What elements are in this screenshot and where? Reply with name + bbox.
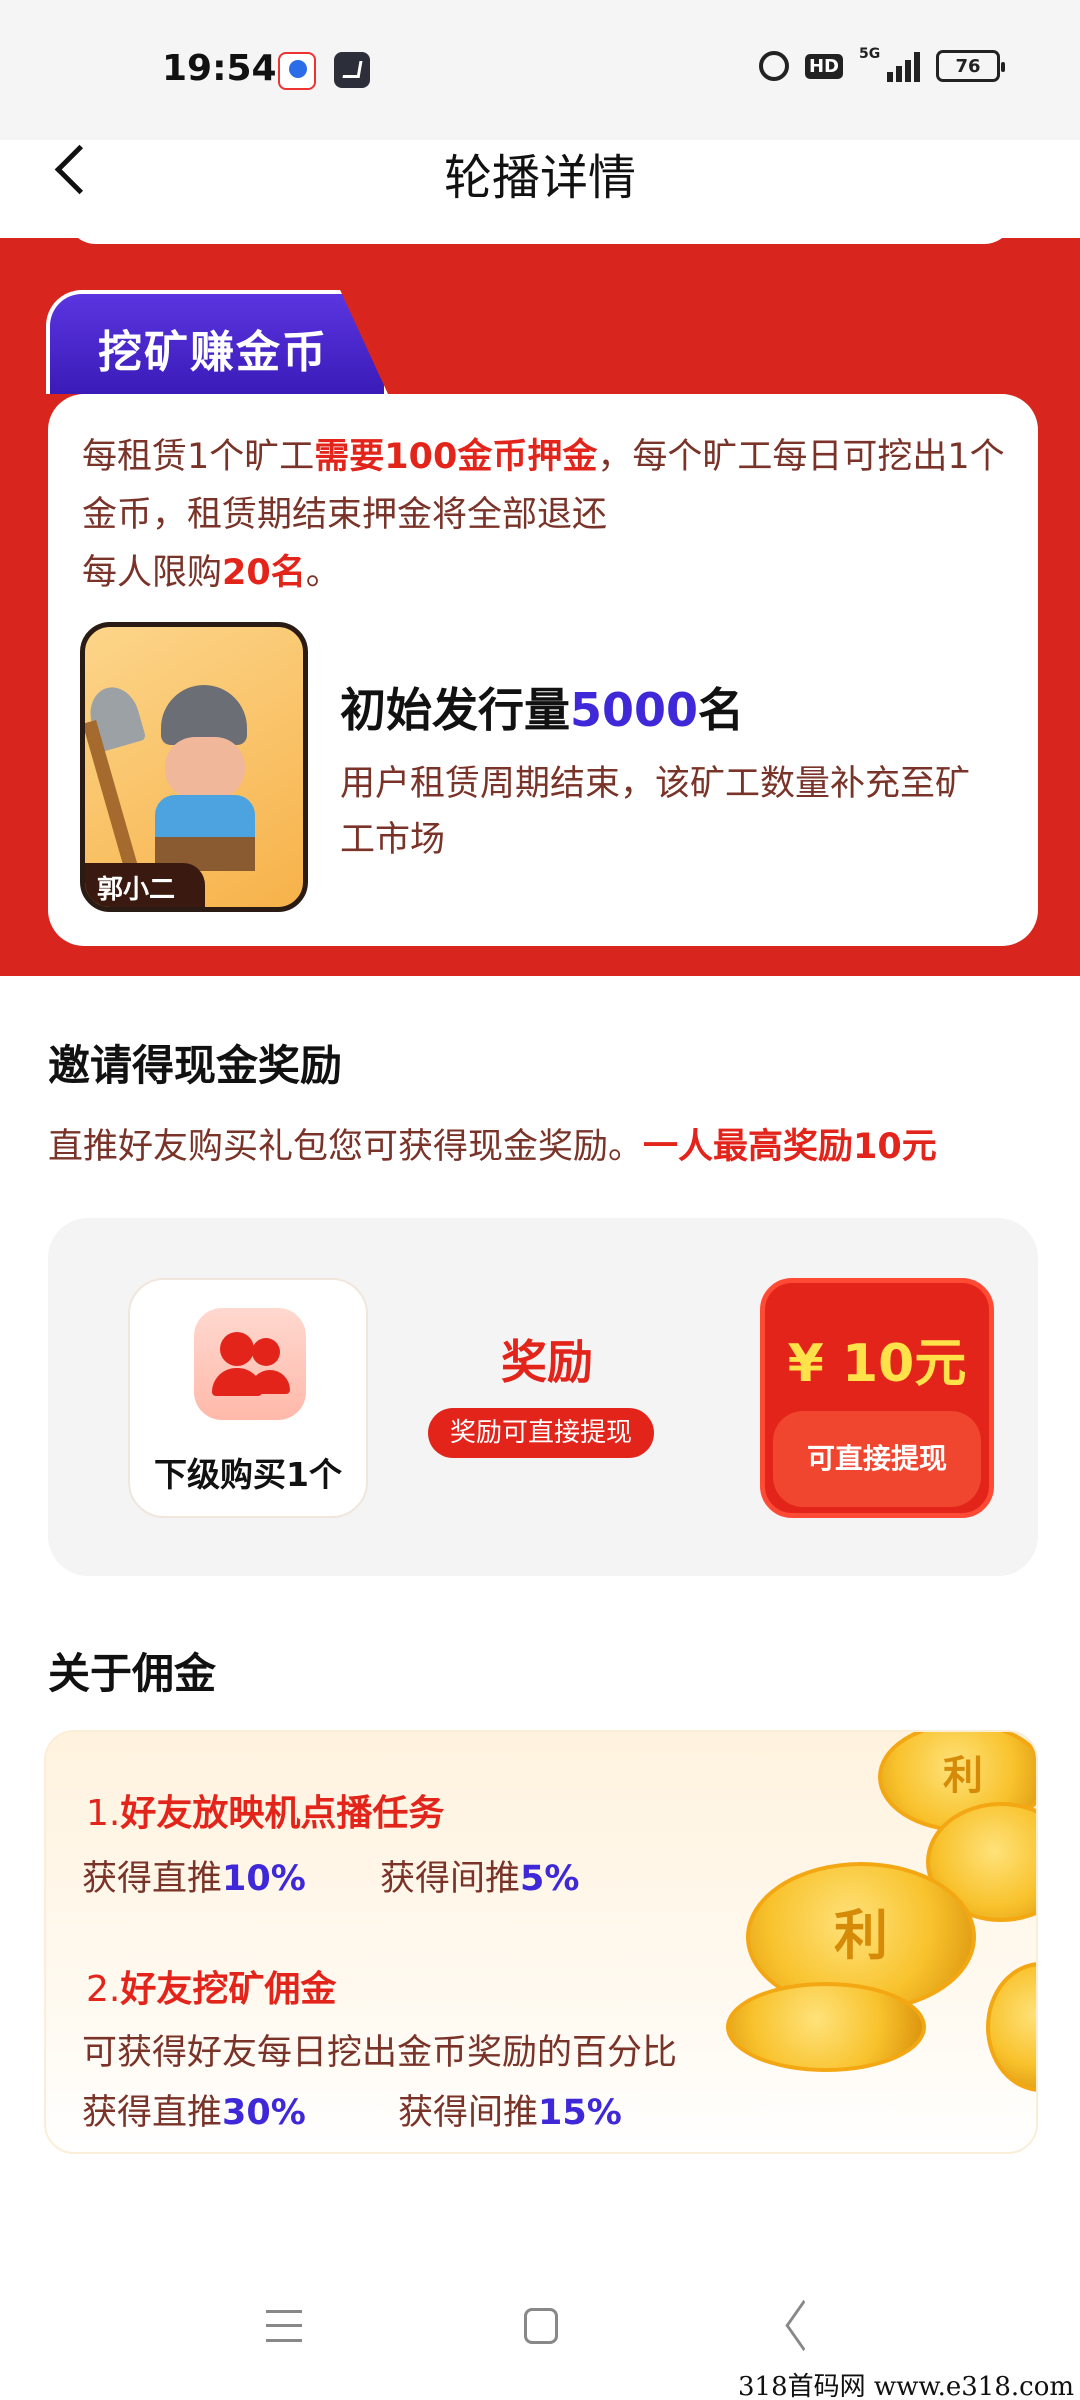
coin-icon	[726, 1982, 926, 2072]
network-label: 5G	[859, 46, 881, 62]
previous-card-edge	[66, 200, 1014, 244]
home-icon[interactable]	[524, 2308, 558, 2344]
mining-badge-label: 挖矿赚金币	[98, 327, 328, 378]
desc-text: 每租赁1个旷工	[82, 437, 315, 477]
initial-issue: 初始发行量5000名	[340, 674, 744, 740]
status-time: 19:54	[162, 48, 277, 89]
avatar-tag: 郭小二	[85, 863, 205, 907]
back-triangle-icon[interactable]	[780, 2306, 820, 2346]
item-1-indirect: 获得间推5%	[380, 1859, 580, 1899]
app-notification-icon	[334, 52, 370, 88]
watermark: 318首码网 www.e318.com	[738, 2372, 1074, 2400]
battery-icon: 76	[936, 50, 1005, 82]
status-icons: HD 5G 76	[758, 46, 1005, 82]
withdraw-button[interactable]: 可直接提现	[773, 1411, 981, 1507]
coin-icon	[986, 1962, 1036, 2092]
miner-helmet	[161, 685, 247, 745]
page: 19:54 HD 5G 76 轮播详情 挖矿赚金币 每租赁1个旷工需要100金币…	[0, 0, 1080, 2400]
page-title: 轮播详情	[443, 150, 636, 206]
limit-highlight: 20名	[222, 553, 306, 593]
hd-icon: HD	[804, 53, 843, 79]
limit-text: 。	[305, 553, 341, 593]
status-bar: 19:54 HD 5G 76	[0, 0, 1080, 140]
item-2-direct: 获得直推30%	[82, 2093, 306, 2133]
commission-title: 关于佣金	[48, 1649, 217, 1698]
alarm-icon	[758, 51, 789, 81]
menu-icon[interactable]	[266, 2310, 302, 2342]
invite-max-reward: 一人最高奖励10元	[643, 1127, 937, 1167]
miner-face	[165, 737, 245, 799]
limit-text: 每人限购	[82, 553, 223, 593]
commission-item-1-title: 1.好友放映机点播任务	[86, 1793, 445, 1834]
reward-withdraw-pill: 奖励可直接提现	[428, 1408, 654, 1458]
item-2-description: 可获得好友每日挖出金币奖励的百分比	[82, 2033, 678, 2073]
issue-suffix: 名	[698, 683, 745, 737]
invite-description: 直推好友购买礼包您可获得现金奖励。一人最高奖励10元	[48, 1118, 937, 1169]
mining-badge: 挖矿赚金币	[46, 290, 388, 394]
cash-amount: ¥ 10元	[787, 1334, 967, 1394]
signal-icon: 5G	[859, 46, 920, 82]
battery-level: 76	[955, 55, 981, 77]
issue-prefix: 初始发行量	[340, 683, 570, 737]
commission-item-2-title: 2.好友挖矿佣金	[86, 1969, 337, 2010]
friend-purchase-label: 下级购买1个	[154, 1455, 342, 1494]
issue-description: 用户租赁周期结束，该矿工数量补充至矿工市场	[340, 764, 971, 860]
issue-number: 5000	[570, 683, 699, 737]
item-2-indirect: 获得间推15%	[398, 2093, 622, 2133]
invite-desc-text: 直推好友购买礼包您可获得现金奖励。	[48, 1127, 644, 1167]
baidu-app-icon	[278, 52, 316, 90]
deposit-highlight: 需要100金币押金	[314, 437, 598, 477]
cash-reward-card: ¥ 10元 可直接提现	[760, 1278, 994, 1518]
users-icon	[194, 1308, 306, 1420]
friend-purchase-card: 下级购买1个	[128, 1278, 368, 1518]
mining-description: 每租赁1个旷工需要100金币押金，每个旷工每日可挖出1个金币，租赁期结束押金将全…	[82, 428, 1012, 602]
miner-avatar: 郭小二	[80, 622, 308, 912]
invite-title: 邀请得现金奖励	[48, 1041, 343, 1090]
item-1-direct: 获得直推10%	[82, 1859, 306, 1899]
reward-label: 奖励	[501, 1335, 593, 1389]
